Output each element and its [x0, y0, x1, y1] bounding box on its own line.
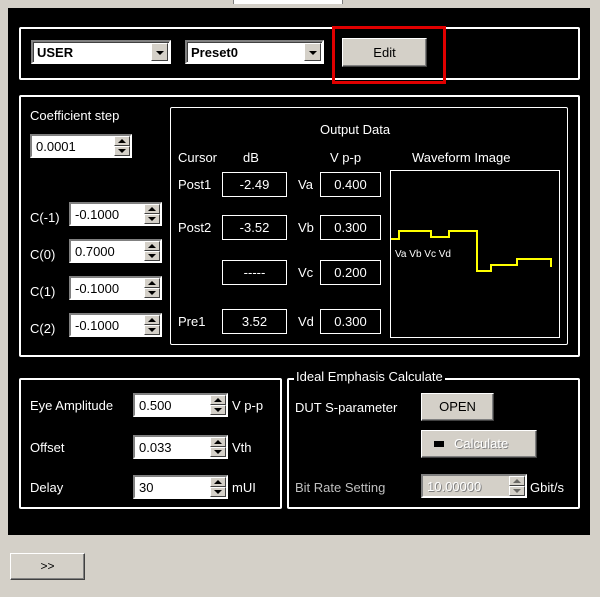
eye-amplitude-input[interactable]: 0.500 — [133, 393, 228, 417]
spin-down-icon[interactable] — [210, 405, 226, 415]
col-cursor-header: Cursor — [178, 150, 218, 165]
spin-down-icon[interactable] — [144, 325, 160, 335]
spin-down-icon[interactable] — [114, 146, 130, 156]
open-button[interactable]: OPEN — [421, 393, 494, 421]
vpp-value: 0.200 — [320, 260, 381, 285]
waveform-plot: Va Vb Vc Vd — [391, 230, 552, 272]
calculate-button[interactable]: Calculate — [421, 430, 537, 458]
spin-up-icon[interactable] — [144, 278, 160, 288]
coef-input-c2[interactable]: -0.1000 — [69, 313, 162, 337]
mode-select[interactable]: USER — [31, 40, 171, 64]
spin-up-icon[interactable] — [210, 395, 226, 405]
bitrate-input[interactable]: 10.00000 — [421, 474, 527, 498]
waveform-labels: Va Vb Vc Vd — [395, 249, 451, 260]
coef-value-cm1: -0.1000 — [75, 207, 120, 222]
spin-down-icon[interactable] — [144, 214, 160, 224]
top-strip — [0, 0, 600, 7]
vpp-value: 0.400 — [320, 172, 381, 197]
vpp-value: 0.300 — [320, 215, 381, 240]
db-value: -3.52 — [222, 215, 287, 240]
offset-value: 0.033 — [139, 440, 172, 455]
output-data-title: Output Data — [320, 122, 391, 137]
spin-up-icon[interactable] — [144, 315, 160, 325]
spin-up-icon[interactable] — [144, 204, 160, 214]
vpp-label: Vd — [298, 314, 314, 329]
spin-down-icon[interactable] — [509, 486, 525, 496]
coefficient-step-label: Coefficient step — [30, 108, 120, 123]
delay-label: Delay — [30, 480, 64, 495]
chevron-down-icon[interactable] — [304, 43, 321, 61]
coef-value-c2: -0.1000 — [75, 318, 120, 333]
coef-label-cm1: C(-1) — [30, 210, 60, 225]
coefficient-step-input[interactable]: 0.0001 — [30, 134, 132, 158]
col-db-header: dB — [243, 150, 259, 165]
dut-sparameter-label: DUT S-parameter — [295, 400, 398, 415]
preset-select[interactable]: Preset0 — [185, 40, 324, 64]
offset-input[interactable]: 0.033 — [133, 435, 228, 459]
indicator-icon — [434, 441, 444, 447]
offset-unit: Vth — [232, 440, 252, 455]
offset-label: Offset — [30, 440, 65, 455]
bitrate-unit: Gbit/s — [530, 480, 564, 495]
bitrate-value: 10.00000 — [427, 479, 482, 494]
spin-up-icon[interactable] — [114, 136, 130, 146]
coef-input-c1[interactable]: -0.1000 — [69, 276, 162, 300]
ideal-emphasis-title: Ideal Emphasis Calculate — [294, 369, 445, 384]
cursor-label: Post2 — [178, 220, 212, 235]
spin-up-icon[interactable] — [509, 476, 525, 486]
waveform-image: Va Vb Vc Vd — [390, 170, 560, 338]
delay-input[interactable]: 30 — [133, 475, 228, 499]
spin-down-icon[interactable] — [210, 487, 226, 497]
calculate-label: Calculate — [454, 436, 509, 451]
db-value: ----- — [222, 260, 287, 285]
delay-value: 30 — [139, 480, 154, 495]
col-waveform-header: Waveform Image — [412, 150, 511, 165]
coef-label-c0: C(0) — [30, 247, 56, 262]
mode-select-value: USER — [37, 45, 74, 60]
coef-value-c0: 0.7000 — [75, 244, 115, 259]
eye-amplitude-value: 0.500 — [139, 398, 172, 413]
preset-select-value: Preset0 — [191, 45, 238, 60]
spin-down-icon[interactable] — [144, 288, 160, 298]
vpp-value: 0.300 — [320, 309, 381, 334]
vpp-label: Vb — [298, 220, 314, 235]
cursor-label: Post1 — [178, 177, 212, 192]
spin-up-icon[interactable] — [210, 437, 226, 447]
coef-input-cm1[interactable]: -0.1000 — [69, 202, 162, 226]
vpp-label: Va — [298, 177, 313, 192]
vpp-label: Vc — [298, 265, 314, 280]
highlight-box — [332, 26, 446, 84]
col-vpp-header: V p-p — [330, 150, 362, 165]
coef-label-c2: C(2) — [30, 321, 56, 336]
cursor-label: Pre1 — [178, 314, 206, 329]
spin-down-icon[interactable] — [210, 447, 226, 457]
coef-value-c1: -0.1000 — [75, 281, 120, 296]
spin-up-icon[interactable] — [144, 241, 160, 251]
spin-up-icon[interactable] — [210, 477, 226, 487]
eye-amplitude-label: Eye Amplitude — [30, 398, 114, 413]
top-tab — [233, 0, 343, 4]
eye-amplitude-unit: V p-p — [232, 398, 264, 413]
expand-button[interactable]: >> — [10, 553, 85, 580]
db-value: 3.52 — [222, 309, 287, 334]
delay-unit: mUI — [232, 480, 256, 495]
coef-input-c0[interactable]: 0.7000 — [69, 239, 162, 263]
spin-down-icon[interactable] — [144, 251, 160, 261]
coef-label-c1: C(1) — [30, 284, 56, 299]
coefficient-step-value: 0.0001 — [36, 139, 76, 154]
db-value: -2.49 — [222, 172, 287, 197]
bitrate-label: Bit Rate Setting — [295, 480, 386, 495]
chevron-down-icon[interactable] — [151, 43, 168, 61]
